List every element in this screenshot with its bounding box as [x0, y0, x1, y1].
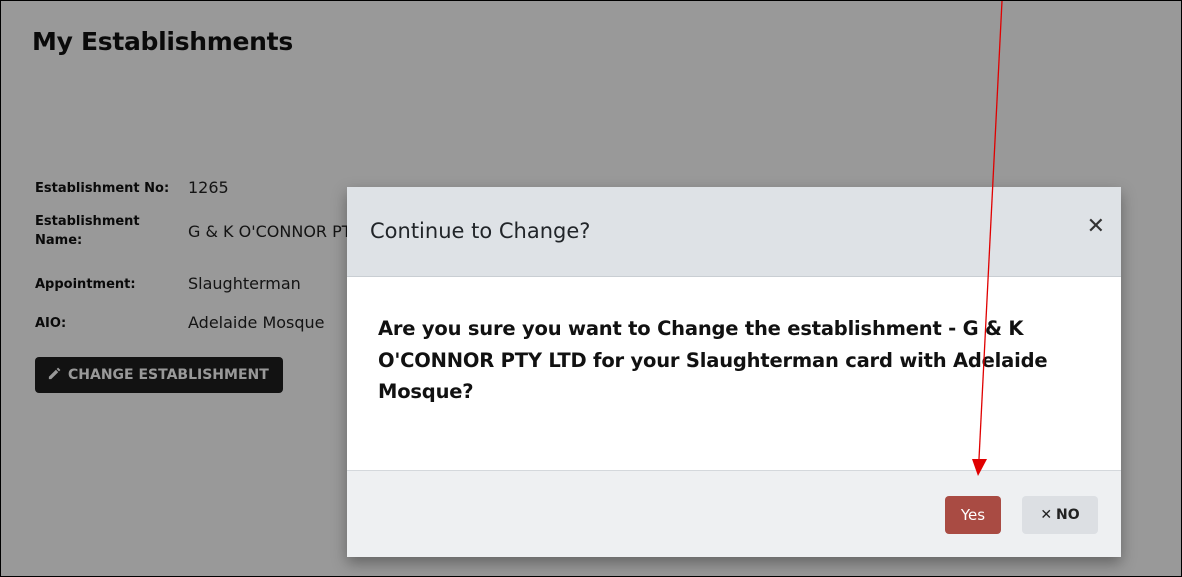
no-button[interactable]: ✕ NO — [1022, 496, 1098, 534]
confirm-change-dialog: Continue to Change? ✕ Are you sure you w… — [347, 187, 1121, 557]
close-icon[interactable]: ✕ — [1087, 211, 1105, 241]
yes-button[interactable]: Yes — [945, 496, 1001, 534]
dialog-header: Continue to Change? ✕ — [347, 187, 1121, 277]
no-button-label: NO — [1056, 507, 1080, 523]
x-icon: ✕ — [1040, 507, 1053, 523]
dialog-message: Are you sure you want to Change the esta… — [378, 317, 1048, 403]
dialog-footer: Yes ✕ NO — [347, 470, 1121, 557]
app-window: My Establishments Establishment No: 1265… — [0, 0, 1182, 577]
dialog-title: Continue to Change? — [370, 219, 591, 243]
